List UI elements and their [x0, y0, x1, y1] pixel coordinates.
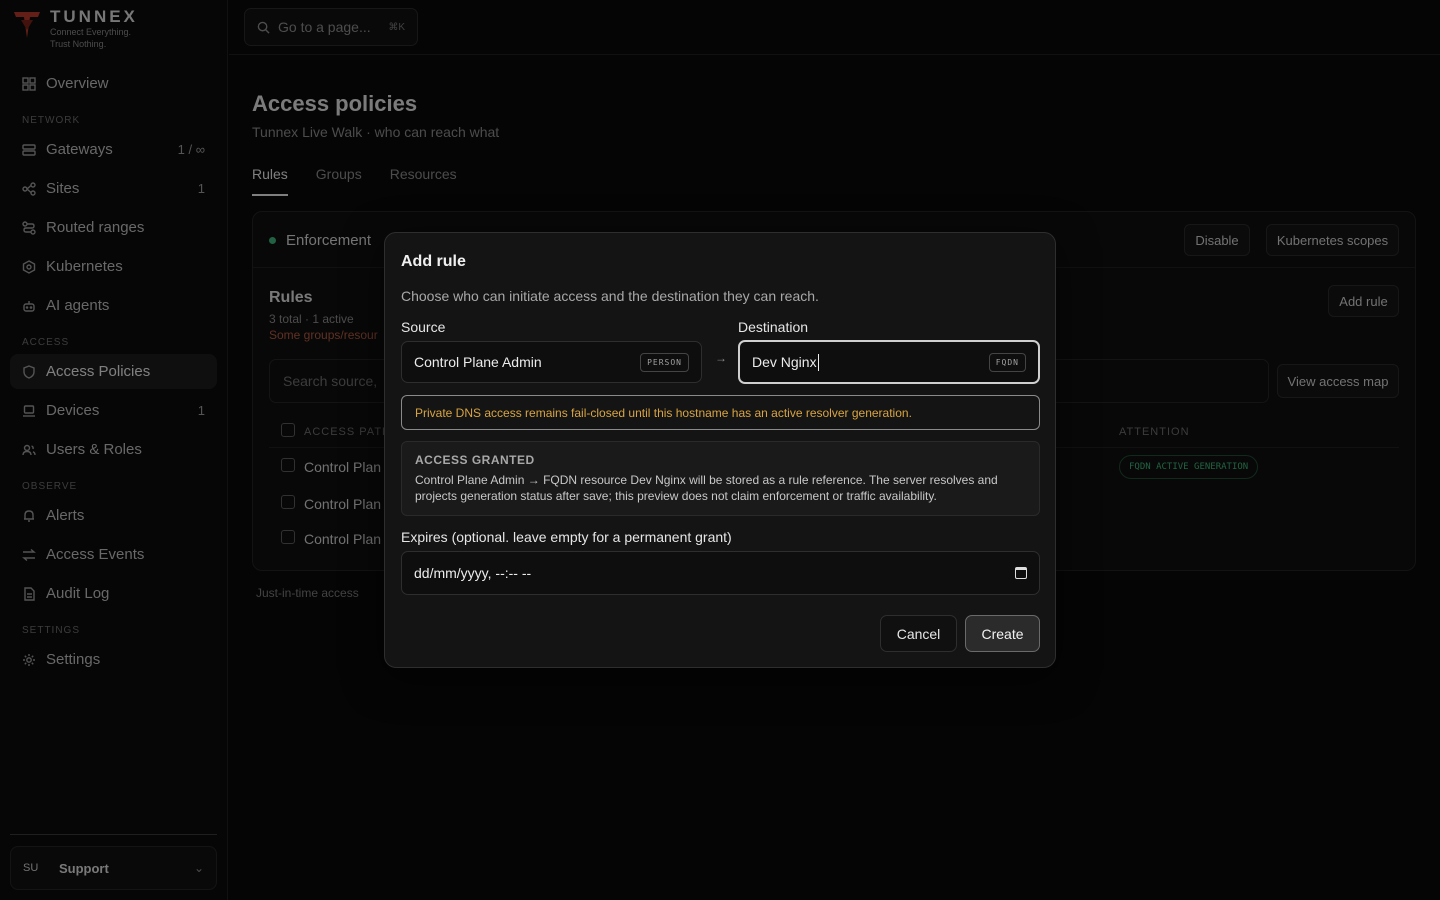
create-button[interactable]: Create — [965, 615, 1040, 652]
text-caret — [817, 353, 819, 371]
grant-description: Control Plane Admin → FQDN resource Dev … — [415, 473, 998, 503]
source-type-tag: PERSON — [640, 352, 689, 372]
access-granted-preview: ACCESS GRANTED Control Plane Admin → FQD… — [401, 441, 1040, 516]
source-select[interactable]: Control Plane Admin PERSON — [401, 341, 702, 383]
destination-value: Dev Nginx — [752, 354, 817, 370]
source-label: Source — [401, 319, 446, 335]
add-rule-dialog: Add rule Choose who can initiate access … — [384, 232, 1056, 668]
expires-datetime-input[interactable]: dd/mm/yyyy, --:-- -- — [401, 551, 1040, 595]
destination-label: Destination — [738, 319, 809, 335]
expires-label: Expires (optional. leave empty for a per… — [401, 529, 732, 545]
destination-input[interactable]: Dev Nginx FQDN — [738, 340, 1040, 384]
calendar-icon[interactable] — [1015, 567, 1027, 579]
dns-warning: Private DNS access remains fail-closed u… — [401, 395, 1040, 430]
dialog-title: Add rule — [401, 253, 466, 270]
cancel-button[interactable]: Cancel — [880, 615, 957, 652]
app-root: TUNNEX Connect Everything. Trust Nothing… — [0, 0, 1440, 900]
arrow-right-icon: → — [715, 351, 727, 365]
destination-type-tag: FQDN — [988, 352, 1026, 372]
expires-placeholder: dd/mm/yyyy, --:-- -- — [414, 565, 532, 581]
dialog-description: Choose who can initiate access and the d… — [401, 288, 819, 304]
grant-heading: ACCESS GRANTED — [415, 453, 535, 467]
source-value: Control Plane Admin — [414, 354, 542, 370]
